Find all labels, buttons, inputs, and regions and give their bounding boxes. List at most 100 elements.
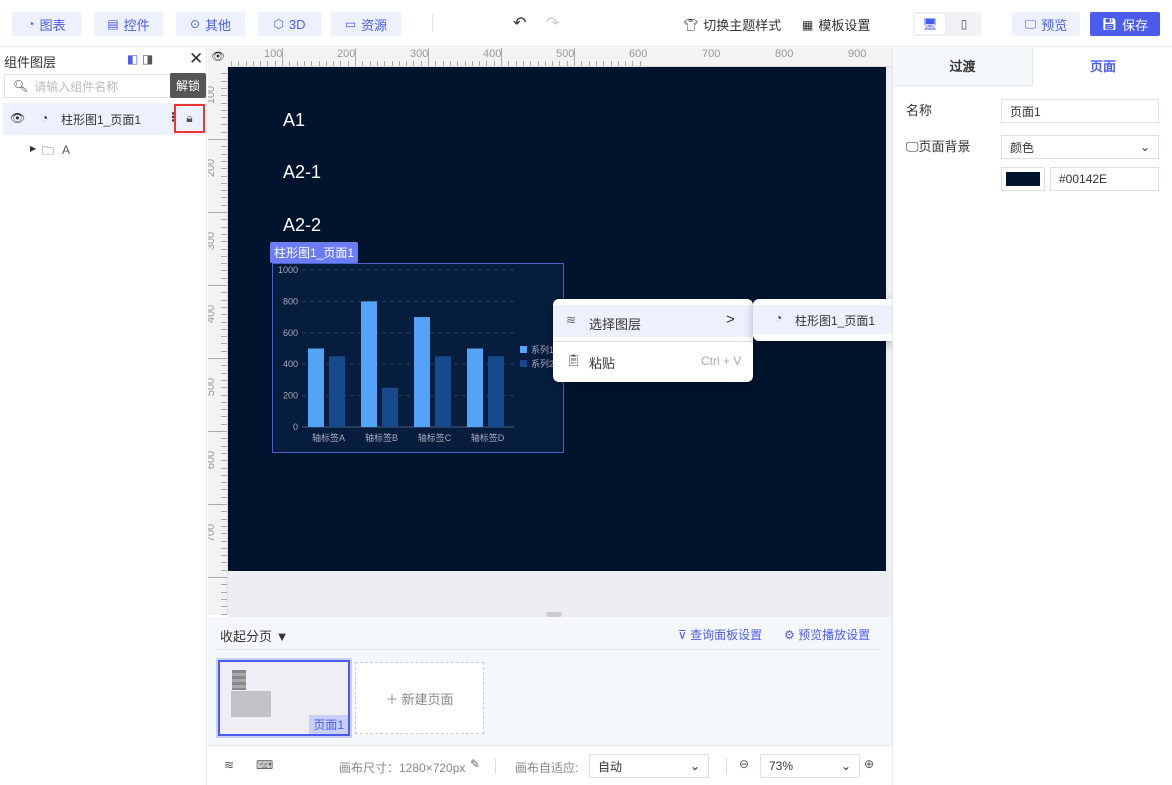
- layer-item[interactable]: 👁︎ ◔ 柱形图1_页面1 ⋮ 🔒︎: [3, 103, 205, 135]
- preview-play-settings[interactable]: ⚙ 预览播放设置: [784, 626, 870, 643]
- submenu-item-label: 柱形图1_页面1: [795, 314, 876, 328]
- ruler-tick: [221, 518, 227, 520]
- color-swatch[interactable]: [1001, 167, 1045, 191]
- page-thumbnail-1[interactable]: 页面1: [216, 658, 352, 738]
- layout-right-icon[interactable]: ◨: [142, 52, 153, 66]
- y-tick-label: 800: [283, 296, 298, 306]
- ruler-tick: [221, 197, 227, 199]
- adapt-select[interactable]: 自动 ⌄: [589, 754, 709, 778]
- ruler-tick: [221, 489, 227, 491]
- ruler-tick: [221, 569, 227, 571]
- ruler-tick: [221, 160, 227, 162]
- ruler-tick: [221, 365, 227, 367]
- ruler-label: 800: [775, 48, 794, 60]
- ruler-tick: [208, 139, 227, 140]
- ruler-top[interactable]: 100 200 300 400 500 600 700 800 900: [208, 48, 892, 67]
- bar-1: [467, 348, 483, 427]
- unlock-tooltip: 解锁: [170, 73, 206, 98]
- bar-chart[interactable]: 0 200 400 600 800 1000 轴标签A 轴标签B 轴标签C 轴标签D 系列1 系列2: [272, 263, 564, 453]
- zoom-out-icon[interactable]: ⊖: [739, 757, 749, 771]
- layers-icon: ≋: [566, 313, 577, 327]
- folder-label: A: [62, 143, 71, 157]
- ruler-tick: [221, 350, 227, 352]
- color-hex-input[interactable]: #00142E: [1050, 167, 1159, 191]
- context-menu: ≋ 选择图层 > 📋︎ 粘贴 Ctrl + V: [553, 299, 753, 382]
- keyboard-icon[interactable]: ⌨: [256, 758, 273, 772]
- y-tick-label: 600: [283, 328, 298, 338]
- ruler-tick: [221, 190, 227, 192]
- collapse-pages-button[interactable]: 收起分页 ▼: [220, 626, 289, 645]
- mobile-icon[interactable]: ▯: [949, 14, 979, 34]
- legend-swatch: [520, 346, 527, 353]
- ruler-tick: [221, 241, 227, 243]
- query-panel-settings[interactable]: ⊽ 查询面板设置: [678, 626, 762, 643]
- x-tick-label: 轴标签A: [312, 432, 345, 443]
- name-label: 名称: [906, 103, 933, 118]
- x-tick-label: 轴标签D: [471, 432, 505, 443]
- eye-icon[interactable]: 👁︎: [10, 111, 25, 125]
- new-page-button[interactable]: ＋新建页面: [355, 662, 484, 734]
- ruler-tick: [221, 109, 227, 111]
- layout-left-icon[interactable]: ◧: [127, 52, 138, 66]
- other-button[interactable]: ⊙ 其他: [176, 12, 245, 36]
- control-button[interactable]: ▤ 控件: [94, 12, 163, 36]
- ruler-tick: [221, 321, 227, 323]
- ruler-tick: [221, 124, 227, 126]
- device-toggle: 🖥︎ ▯: [913, 12, 981, 36]
- pie-chart-icon: ◔: [27, 17, 35, 31]
- switch-theme-button[interactable]: 👕︎ 切换主题样式: [683, 15, 781, 34]
- redo-icon[interactable]: ↷: [546, 13, 559, 33]
- close-icon[interactable]: ✕: [189, 49, 203, 69]
- tab-page[interactable]: 页面: [1032, 48, 1172, 86]
- save-button[interactable]: 💾︎ 保存: [1090, 12, 1160, 36]
- preview-button[interactable]: 🖵︎ 预览: [1012, 12, 1080, 36]
- ruler-tick: [208, 285, 227, 286]
- ruler-tick: [221, 423, 227, 425]
- search-placeholder: 请输入组件名称: [34, 79, 119, 94]
- ruler-left[interactable]: 100 200 300 400 500 600 700: [208, 67, 228, 615]
- menu-item-paste[interactable]: 📋︎ 粘贴 Ctrl + V: [553, 345, 753, 377]
- ruler-label: 100: [264, 48, 283, 60]
- chevron-down-icon: ⌄: [1139, 140, 1150, 154]
- divider: [432, 14, 433, 32]
- ruler-label: 300: [208, 231, 218, 251]
- bg-type-select[interactable]: 颜色 ⌄: [1001, 135, 1159, 159]
- ruler-label: 600: [629, 48, 648, 60]
- plus-icon: ＋: [385, 691, 399, 707]
- caret-right-icon[interactable]: ▶: [30, 144, 36, 153]
- ruler-tick: [221, 496, 227, 498]
- zoom-select[interactable]: 73% ⌄: [760, 754, 860, 778]
- page-name-input[interactable]: 页面1: [1001, 99, 1159, 123]
- ruler-eye-icon[interactable]: 👁︎: [208, 48, 228, 67]
- chevron-down-icon: ⌄: [689, 759, 700, 773]
- undo-icon[interactable]: ↶: [513, 13, 526, 33]
- ruler-tick: [221, 204, 227, 206]
- ruler-tick: [208, 431, 227, 432]
- ruler-label: 100: [208, 85, 218, 105]
- text-a2-1[interactable]: A2-1: [283, 162, 321, 183]
- chart-button[interactable]: ◔ 图表: [12, 12, 81, 36]
- desktop-icon[interactable]: 🖥︎: [915, 14, 945, 34]
- 3d-button[interactable]: ⬡ 3D: [258, 12, 321, 36]
- text-a2-2[interactable]: A2-2: [283, 215, 321, 236]
- layer-item-label: 柱形图1_页面1: [61, 113, 142, 127]
- layers-icon[interactable]: ≋: [224, 758, 234, 772]
- template-settings-button[interactable]: ▦ 模板设置: [802, 15, 870, 34]
- zoom-in-icon[interactable]: ⊕: [864, 757, 874, 771]
- canvas-gutter: [228, 571, 892, 617]
- bar-1: [414, 317, 430, 427]
- ruler-tick: [221, 146, 227, 148]
- filter-icon: ⊽: [678, 628, 687, 642]
- page-name-value: 页面1: [1010, 104, 1041, 119]
- selected-component-label: 柱形图1_页面1: [270, 242, 359, 263]
- tab-transition[interactable]: 过渡: [893, 48, 1032, 86]
- resource-button[interactable]: ▭ 资源: [331, 12, 401, 36]
- menu-item-select-layer[interactable]: ≋ 选择图层 >: [553, 305, 753, 337]
- gear-icon: ⚙: [784, 628, 795, 642]
- zoom-value: 73%: [769, 759, 794, 773]
- ruler-tick: [221, 409, 227, 411]
- lock-icon[interactable]: 🔒︎: [174, 104, 205, 133]
- edit-icon[interactable]: ✎: [470, 757, 480, 771]
- ruler-tick: [221, 226, 227, 228]
- text-a1[interactable]: A1: [283, 110, 305, 131]
